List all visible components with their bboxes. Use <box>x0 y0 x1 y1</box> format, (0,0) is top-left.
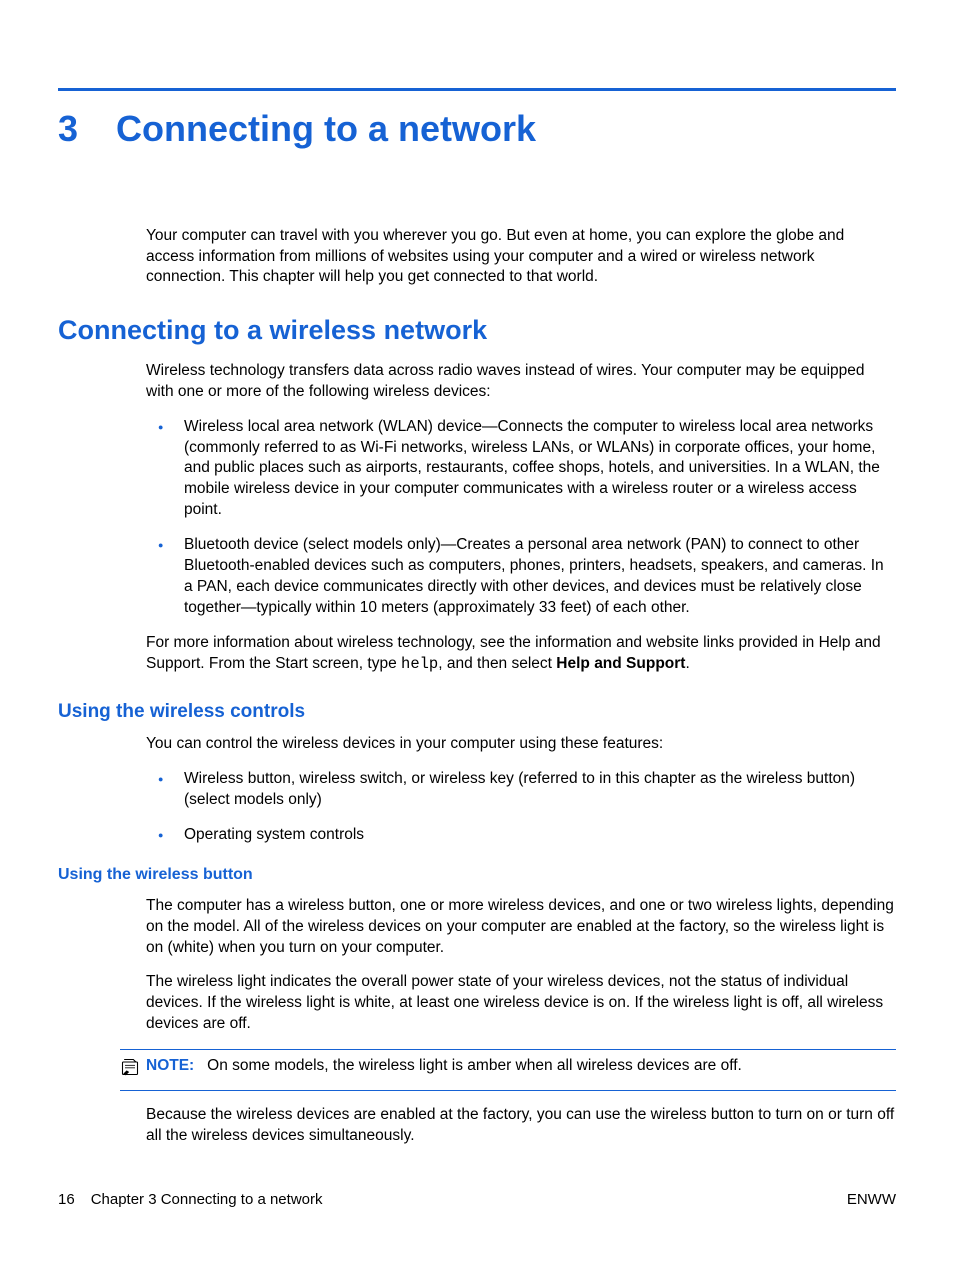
s3-paragraph-3: Because the wireless devices are enabled… <box>146 1105 896 1147</box>
s2-paragraph-1: You can control the wireless devices in … <box>146 734 896 755</box>
footer-right: ENWW <box>847 1190 896 1210</box>
page-number: 16 <box>58 1191 75 1208</box>
chapter-number: 3 <box>58 105 116 154</box>
list-item: Wireless button, wireless switch, or wir… <box>146 769 896 811</box>
note-text: On some models, the wireless light is am… <box>207 1057 742 1074</box>
list-item: Bluetooth device (select models only)—Cr… <box>146 535 896 619</box>
chapter-heading: 3Connecting to a network <box>58 105 896 154</box>
note-callout: NOTE: On some models, the wireless light… <box>120 1049 896 1091</box>
bold-text: Help and Support <box>556 655 685 672</box>
s1-paragraph-2: For more information about wireless tech… <box>146 633 896 675</box>
subsubsection-heading-wireless-button: Using the wireless button <box>58 864 896 886</box>
footer-chapter-label: Chapter 3 Connecting to a network <box>91 1191 323 1208</box>
s2-bullet-list: Wireless button, wireless switch, or wir… <box>146 769 896 846</box>
s3-paragraph-1: The computer has a wireless button, one … <box>146 896 896 959</box>
list-item: Operating system controls <box>146 825 896 846</box>
s3-paragraph-2: The wireless light indicates the overall… <box>146 972 896 1035</box>
subsection-heading-wireless-controls: Using the wireless controls <box>58 699 896 725</box>
s1-bullet-list: Wireless local area network (WLAN) devic… <box>146 417 896 619</box>
code-text: help <box>401 655 438 673</box>
s1-paragraph-1: Wireless technology transfers data acros… <box>146 361 896 403</box>
page-footer: 16 Chapter 3 Connecting to a network ENWW <box>58 1190 896 1210</box>
list-item: Wireless local area network (WLAN) devic… <box>146 417 896 522</box>
chapter-title: Connecting to a network <box>116 108 536 149</box>
note-icon <box>120 1056 146 1084</box>
intro-paragraph: Your computer can travel with you wherev… <box>146 226 896 289</box>
chapter-rule <box>58 88 896 91</box>
note-label: NOTE: <box>146 1057 194 1074</box>
section-heading-wireless-network: Connecting to a wireless network <box>58 312 896 348</box>
